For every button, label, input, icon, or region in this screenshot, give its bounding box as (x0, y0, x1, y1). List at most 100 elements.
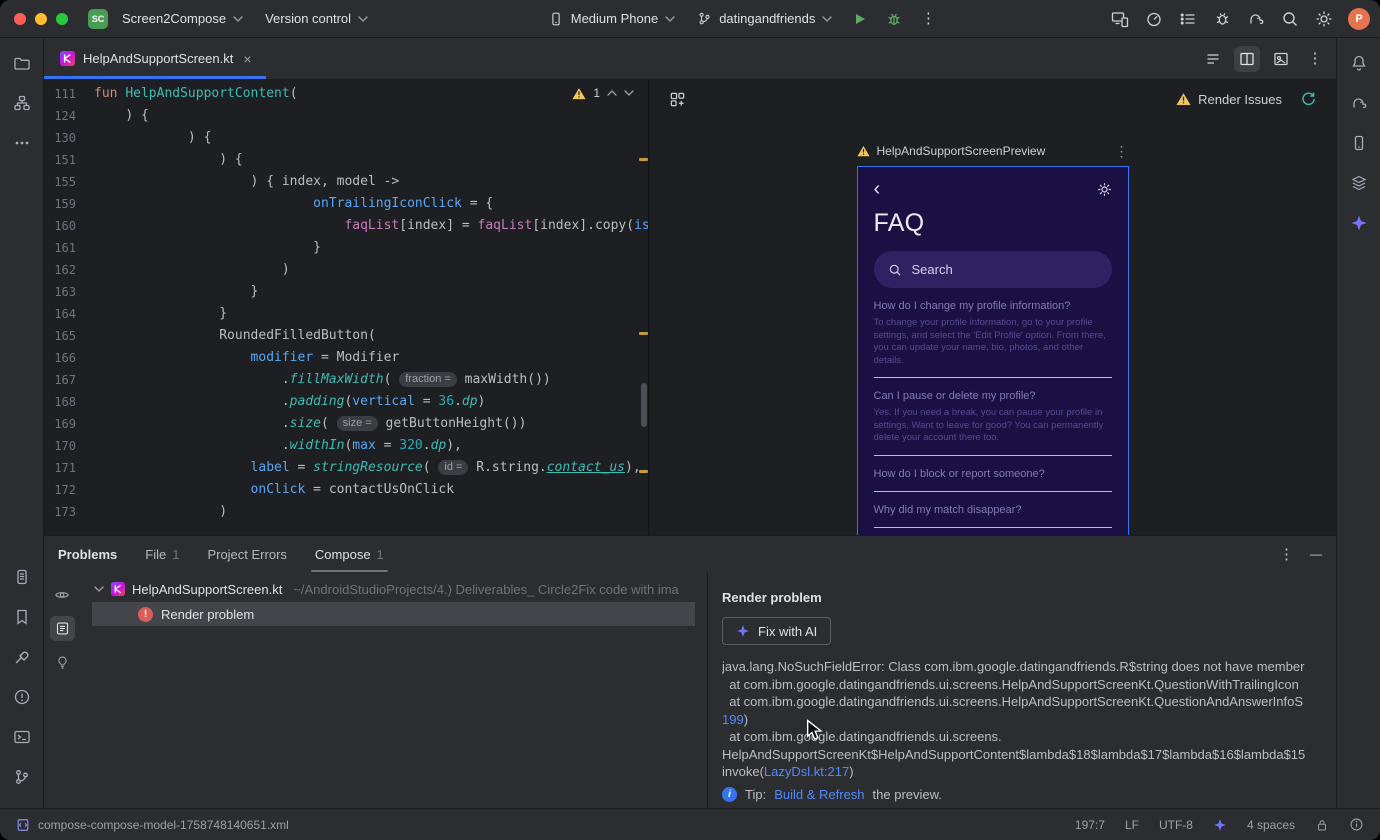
device-manager-tool-icon[interactable] (1342, 126, 1376, 160)
code-text[interactable]: } (80, 303, 227, 325)
code-text[interactable]: ) { index, model -> (80, 171, 400, 193)
code-line[interactable]: 111 fun HelpAndSupportContent( (44, 83, 648, 105)
fix-with-ai-button[interactable]: Fix with AI (722, 617, 832, 645)
code-line[interactable]: 169 .size( size = getButtonHeight()) (44, 413, 648, 435)
running-devices-icon[interactable] (1106, 5, 1134, 33)
code-text[interactable]: } (80, 281, 259, 303)
next-issue-icon[interactable] (624, 90, 634, 96)
version-control-tool-icon[interactable] (5, 760, 39, 794)
problems-file-row[interactable]: HelpAndSupportScreen.kt ~/AndroidStudioP… (80, 577, 707, 601)
code-text[interactable]: onTrailingIconClick = { (80, 193, 493, 215)
line-number[interactable]: 169 (44, 413, 80, 435)
app-quality-insights-tool-icon[interactable] (5, 600, 39, 634)
code-line[interactable]: 124 ) { (44, 105, 648, 127)
stack-link[interactable]: 199 (722, 712, 744, 727)
code-line[interactable]: 163 } (44, 281, 648, 303)
line-number[interactable]: 163 (44, 281, 80, 303)
line-number[interactable]: 172 (44, 479, 80, 501)
warning-stripe-mark[interactable] (639, 470, 648, 473)
minimize-window-button[interactable] (35, 12, 47, 25)
gradle-tool-icon[interactable] (1342, 86, 1376, 120)
code-text[interactable]: modifier = Modifier (80, 347, 400, 369)
editor-more-options-icon[interactable]: ⋮ (1302, 46, 1328, 72)
run-button[interactable] (846, 5, 874, 33)
logcat-tool-icon[interactable] (5, 560, 39, 594)
close-tab-icon[interactable]: × (243, 51, 251, 67)
code-text[interactable]: fun HelpAndSupportContent( (80, 83, 298, 105)
code-line[interactable]: 170 .widthIn(max = 320.dp), (44, 435, 648, 457)
line-number[interactable]: 166 (44, 347, 80, 369)
line-number[interactable]: 151 (44, 149, 80, 171)
device-selector[interactable]: Medium Phone (540, 7, 683, 31)
code-text[interactable]: .fillMaxWidth( fraction = maxWidth()) (80, 369, 551, 391)
code-text[interactable]: ) (80, 501, 227, 523)
line-number[interactable]: 160 (44, 215, 80, 237)
code-line[interactable]: 161 } (44, 237, 648, 259)
code-text[interactable]: ) { (80, 105, 148, 127)
code-text[interactable]: .padding(vertical = 36.dp) (80, 391, 486, 413)
split-view-icon[interactable] (1234, 45, 1260, 72)
code-line[interactable]: 159 onTrailingIconClick = { (44, 193, 648, 215)
gemini-sparkle-icon[interactable] (1342, 206, 1376, 240)
panel-more-options-icon[interactable]: ⋮ (1279, 547, 1294, 562)
code-text[interactable]: faqList[index] = faqList[index].copy(isE (80, 215, 648, 237)
inspection-widget[interactable]: 1 (572, 86, 634, 100)
lock-icon[interactable] (1315, 818, 1329, 832)
search-icon[interactable] (1276, 5, 1304, 33)
gradle-sync-icon[interactable] (1242, 5, 1270, 33)
line-number[interactable]: 173 (44, 501, 80, 523)
structure-tool-icon[interactable] (5, 86, 39, 120)
code-text[interactable]: ) { (80, 127, 211, 149)
editor-tab-helpandsupportscreen[interactable]: HelpAndSupportScreen.kt × (44, 38, 266, 79)
code-line[interactable]: 172 onClick = contactUsOnClick (44, 479, 648, 501)
code-text[interactable]: RoundedFilledButton( (80, 325, 376, 347)
code-text[interactable]: ) { (80, 149, 242, 171)
debug-button[interactable] (880, 5, 908, 33)
code-line[interactable]: 155 ) { index, model -> (44, 171, 648, 193)
line-number[interactable]: 164 (44, 303, 80, 325)
view-options-eye-icon[interactable] (50, 582, 75, 607)
line-number[interactable]: 130 (44, 127, 80, 149)
hide-panel-icon[interactable]: — (1310, 548, 1322, 560)
project-tool-icon[interactable] (5, 46, 39, 80)
render-issues-button[interactable]: Render Issues (1176, 92, 1282, 107)
close-window-button[interactable] (14, 12, 26, 25)
previous-issue-icon[interactable] (607, 90, 617, 96)
build-refresh-link[interactable]: Build & Refresh (774, 787, 864, 802)
code-line[interactable]: 130 ) { (44, 127, 648, 149)
tab-file[interactable]: File 1 (145, 536, 179, 572)
stack-link[interactable]: LazyDsl.kt:217 (764, 764, 849, 779)
code-text[interactable]: ) (80, 259, 290, 281)
refresh-preview-icon[interactable] (1294, 85, 1322, 113)
line-number[interactable]: 159 (44, 193, 80, 215)
code-text[interactable]: label = stringResource( id = R.string.co… (80, 457, 641, 479)
code-text[interactable]: } (80, 237, 321, 259)
code-view-icon[interactable] (1200, 46, 1226, 72)
project-menu[interactable]: Screen2Compose (114, 7, 251, 30)
code-line[interactable]: 173 ) (44, 501, 648, 523)
code-line[interactable]: 160 faqList[index] = faqList[index].copy… (44, 215, 648, 237)
problems-tool-icon[interactable] (5, 680, 39, 714)
code-line[interactable]: 162 ) (44, 259, 648, 281)
line-number[interactable]: 111 (44, 83, 80, 105)
profiler-icon[interactable] (1140, 5, 1168, 33)
profile-avatar[interactable]: P (1348, 7, 1370, 30)
tab-project-errors[interactable]: Project Errors (207, 536, 286, 572)
notifications-bell-icon[interactable] (1342, 46, 1376, 80)
more-tool-windows-icon[interactable] (5, 126, 39, 160)
device-explorer-tool-icon[interactable] (1342, 166, 1376, 200)
code-editor[interactable]: 111 fun HelpAndSupportContent(124 ) {130 … (44, 80, 648, 535)
zoom-window-button[interactable] (56, 12, 68, 25)
build-tool-icon[interactable] (5, 640, 39, 674)
editor-scrollbar[interactable] (641, 383, 647, 427)
line-number[interactable]: 165 (44, 325, 80, 347)
more-run-actions-icon[interactable]: ⋮ (914, 5, 942, 33)
code-text[interactable]: onClick = contactUsOnClick (80, 479, 455, 501)
indexing-status-icon[interactable] (1349, 817, 1364, 832)
app-quality-insights-icon[interactable] (1208, 5, 1236, 33)
line-number[interactable]: 168 (44, 391, 80, 413)
code-line[interactable]: 168 .padding(vertical = 36.dp) (44, 391, 648, 413)
tab-compose[interactable]: Compose 1 (310, 536, 388, 572)
line-number[interactable]: 167 (44, 369, 80, 391)
code-line[interactable]: 166 modifier = Modifier (44, 347, 648, 369)
